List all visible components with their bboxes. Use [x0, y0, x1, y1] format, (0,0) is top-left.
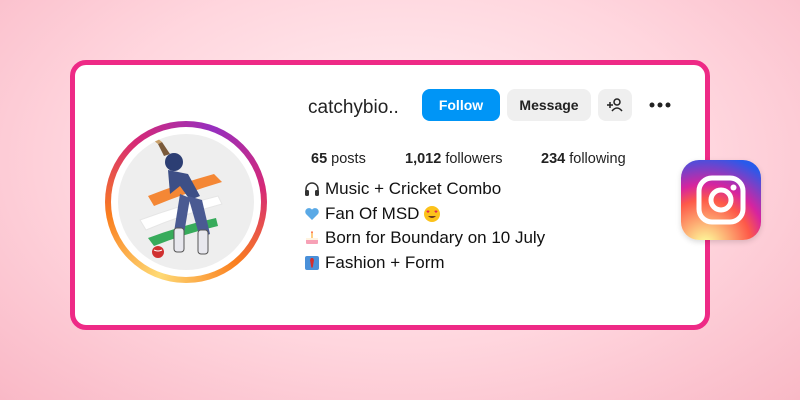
necktie-icon — [303, 254, 321, 272]
bio-line: Fan Of MSD — [303, 202, 545, 227]
more-dots-icon — [649, 102, 671, 108]
bio-line: Fashion + Form — [303, 251, 545, 276]
add-user-icon — [607, 98, 623, 112]
following-stat[interactable]: 234 following — [541, 151, 626, 167]
username[interactable]: catchybio.. — [308, 97, 399, 119]
bio-line: Music + Cricket Combo — [303, 177, 545, 202]
instagram-logo-icon — [681, 160, 761, 240]
followers-stat[interactable]: 1,012 followers — [405, 151, 503, 167]
cricket-player-illustration — [139, 134, 223, 258]
story-ring[interactable] — [105, 121, 267, 283]
posts-stat[interactable]: 65 posts — [311, 151, 366, 167]
birthday-cake-icon — [303, 229, 321, 247]
follow-button[interactable]: Follow — [422, 89, 500, 121]
bio: Music + Cricket Combo Fan Of MSD Born fo… — [303, 177, 545, 275]
heart-eyes-emoji-icon — [423, 205, 441, 223]
blue-heart-icon — [303, 205, 321, 223]
add-user-button[interactable] — [598, 89, 632, 121]
message-button[interactable]: Message — [507, 89, 591, 121]
profile-avatar[interactable] — [118, 134, 254, 270]
more-options-button[interactable] — [643, 89, 677, 121]
headphones-icon — [303, 180, 321, 198]
bio-line: Born for Boundary on 10 July — [303, 226, 545, 251]
profile-card: catchybio.. Follow Message 65 posts 1,01… — [70, 60, 710, 330]
